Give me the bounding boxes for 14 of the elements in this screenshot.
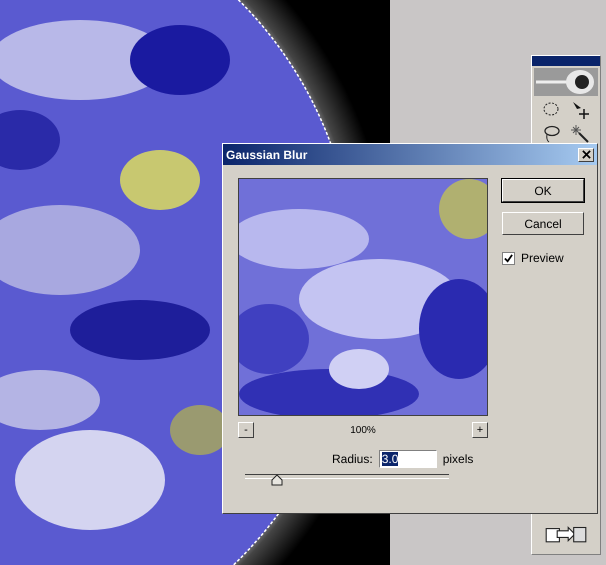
radius-field[interactable]: 3.0 <box>378 450 437 468</box>
zoom-in-button[interactable]: + <box>472 422 488 438</box>
preview-checkbox[interactable] <box>502 252 515 264</box>
close-icon <box>582 150 590 159</box>
close-button[interactable] <box>578 148 594 162</box>
move-icon[interactable] <box>570 100 590 120</box>
magic-wand-icon[interactable] <box>570 124 590 144</box>
unit-label: pixels <box>442 452 474 466</box>
toolbox-title-bar <box>532 56 600 66</box>
cancel-button[interactable]: Cancel <box>502 212 584 235</box>
eye-logo-icon <box>534 68 598 96</box>
lasso-icon[interactable] <box>542 124 562 144</box>
preview-label: Preview <box>521 251 564 265</box>
ok-button[interactable]: OK <box>502 179 584 202</box>
